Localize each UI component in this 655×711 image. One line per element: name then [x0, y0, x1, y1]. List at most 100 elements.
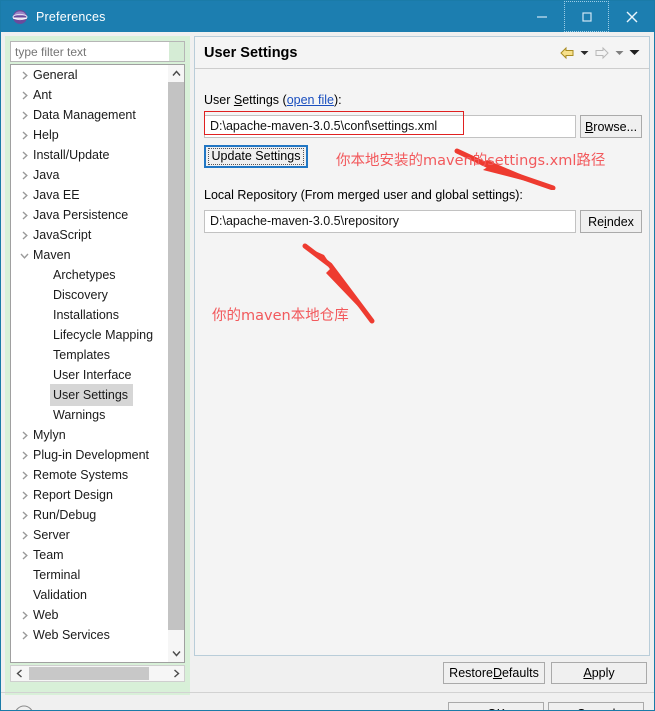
open-file-link[interactable]: open file — [287, 93, 334, 107]
preferences-tree[interactable]: General Ant Data Management Help Install/Upd… — [10, 64, 185, 663]
search-input[interactable] — [11, 42, 171, 61]
sidebar-item-java[interactable]: Java — [11, 165, 169, 185]
sidebar-item-remote-systems[interactable]: Remote Systems — [11, 465, 169, 485]
sidebar-item-label: Install/Update — [33, 148, 110, 162]
chevron-right-icon — [17, 205, 31, 225]
sidebar-item-mylyn[interactable]: Mylyn — [11, 425, 169, 445]
sidebar-item-templates[interactable]: Templates — [11, 345, 169, 365]
preferences-dialog: Preferences General Ant Data Management Hel… — [0, 0, 655, 711]
apply-label-rest: pply — [591, 666, 615, 680]
sidebar-item-web-services[interactable]: Web Services — [11, 625, 169, 645]
restore-label-rest: efaults — [501, 666, 539, 680]
sidebar-item-java-ee[interactable]: Java EE — [11, 185, 169, 205]
sidebar-item-user-settings[interactable]: User Settings — [11, 384, 169, 406]
sidebar-item-javascript[interactable]: JavaScript — [11, 225, 169, 245]
sidebar-item-data-management[interactable]: Data Management — [11, 105, 169, 125]
ok-button[interactable]: OK — [448, 702, 544, 710]
forward-dropdown-chevron-down-icon — [613, 44, 626, 62]
sidebar-item-install-update[interactable]: Install/Update — [11, 145, 169, 165]
sidebar-item-label: Report Design — [33, 488, 113, 502]
sidebar-item-label: General — [33, 68, 78, 82]
help-question-icon[interactable]: ? — [13, 704, 35, 710]
sidebar-item-web[interactable]: Web — [11, 605, 169, 625]
scroll-left-button[interactable] — [11, 666, 27, 681]
chevron-right-icon — [17, 125, 31, 145]
page-header: User Settings — [195, 37, 649, 69]
sidebar-item-terminal[interactable]: Terminal — [11, 565, 169, 585]
sidebar-item-label: Java Persistence — [33, 208, 129, 222]
scrollbar-thumb[interactable] — [168, 82, 184, 630]
page-menu-chevron-down-icon[interactable] — [628, 44, 641, 62]
tree-vertical-scrollbar[interactable] — [168, 65, 184, 662]
filter-box[interactable] — [10, 41, 185, 62]
sidebar-item-maven[interactable]: Maven — [11, 245, 169, 265]
page-navigation — [558, 44, 641, 62]
sidebar-item-report-design[interactable]: Report Design — [11, 485, 169, 505]
sidebar-item-help[interactable]: Help — [11, 125, 169, 145]
sidebar-item-ant[interactable]: Ant — [11, 85, 169, 105]
sidebar-item-discovery[interactable]: Discovery — [11, 285, 169, 305]
eclipse-globe-icon — [12, 9, 28, 25]
chevron-right-icon — [17, 505, 31, 525]
sidebar-item-label: Lifecycle Mapping — [53, 328, 154, 342]
filter-clear-icon[interactable] — [169, 42, 184, 61]
sidebar-item-lifecycle-mapping[interactable]: Lifecycle Mapping — [11, 325, 169, 345]
local-repository-label: Local Repository (From merged user and g… — [204, 188, 523, 202]
user-settings-path-input[interactable]: D:\apache-maven-3.0.5\conf\settings.xml — [204, 115, 576, 138]
chevron-right-icon — [17, 545, 31, 565]
chevron-down-icon — [17, 245, 31, 265]
page-title: User Settings — [204, 44, 298, 61]
back-arrow-icon[interactable] — [558, 44, 576, 62]
sidebar-item-run-debug[interactable]: Run/Debug — [11, 505, 169, 525]
user-settings-label: User Settings (open file): — [204, 93, 342, 107]
sidebar-item-general[interactable]: General — [11, 65, 169, 85]
sidebar-item-validation[interactable]: Validation — [11, 585, 169, 605]
minimize-icon[interactable] — [519, 1, 564, 32]
restore-defaults-button[interactable]: Restore Defaults — [443, 662, 545, 684]
sidebar-item-label: Terminal — [33, 568, 81, 582]
browse-button[interactable]: Browse... — [580, 115, 642, 138]
user-settings-label-suffix: ): — [333, 93, 342, 107]
chevron-right-icon — [17, 145, 31, 165]
restore-label-prefix: Restore — [449, 666, 493, 680]
scroll-down-button[interactable] — [168, 645, 184, 662]
user-settings-field-row: D:\apache-maven-3.0.5\conf\settings.xml … — [204, 115, 642, 138]
chevron-right-icon — [17, 485, 31, 505]
sidebar-item-label: Web Services — [33, 628, 110, 642]
local-repository-path-input[interactable]: D:\apache-maven-3.0.5\repository — [204, 210, 576, 233]
chevron-right-icon — [17, 605, 31, 625]
sidebar-item-team[interactable]: Team — [11, 545, 169, 565]
sidebar-item-label: Java — [33, 168, 60, 182]
local-repository-field-row: D:\apache-maven-3.0.5\repository Re i ndex — [204, 210, 642, 233]
tree-horizontal-scrollbar[interactable] — [10, 665, 185, 682]
user-settings-label-prefix: User — [204, 93, 234, 107]
sidebar-item-user-interface[interactable]: User Interface — [11, 365, 169, 385]
sidebar-item-warnings[interactable]: Warnings — [11, 405, 169, 425]
scrollbar-thumb-horizontal[interactable] — [29, 667, 149, 680]
chevron-right-icon — [17, 625, 31, 645]
browse-mnemonic: B — [584, 119, 594, 134]
sidebar-item-plug-in-development[interactable]: Plug-in Development — [11, 445, 169, 465]
apply-button[interactable]: Apply — [551, 662, 647, 684]
title-bar: Preferences — [1, 1, 654, 32]
close-icon[interactable] — [609, 1, 654, 32]
update-settings-label: Update Settings — [207, 148, 305, 165]
sidebar-item-server[interactable]: Server — [11, 525, 169, 545]
sidebar-item-archetypes[interactable]: Archetypes — [11, 265, 169, 285]
reindex-label-rest: ndex — [606, 214, 634, 229]
update-settings-button[interactable]: Update Settings — [204, 145, 308, 168]
back-dropdown-chevron-down-icon[interactable] — [578, 44, 591, 62]
sidebar-item-java-persistence[interactable]: Java Persistence — [11, 205, 169, 225]
sidebar-item-label: Ant — [33, 88, 52, 102]
sidebar-item-installations[interactable]: Installations — [11, 305, 169, 325]
chevron-right-icon — [17, 425, 31, 445]
sidebar-item-label: Remote Systems — [33, 468, 129, 482]
scroll-right-button[interactable] — [168, 666, 184, 681]
browse-label-rest: rowse... — [593, 119, 638, 134]
cancel-button[interactable]: Cancel — [548, 702, 644, 710]
scroll-up-button[interactable] — [168, 65, 184, 82]
window-controls — [519, 1, 654, 32]
maximize-icon[interactable] — [564, 1, 609, 32]
reindex-button[interactable]: Re i ndex — [580, 210, 642, 233]
